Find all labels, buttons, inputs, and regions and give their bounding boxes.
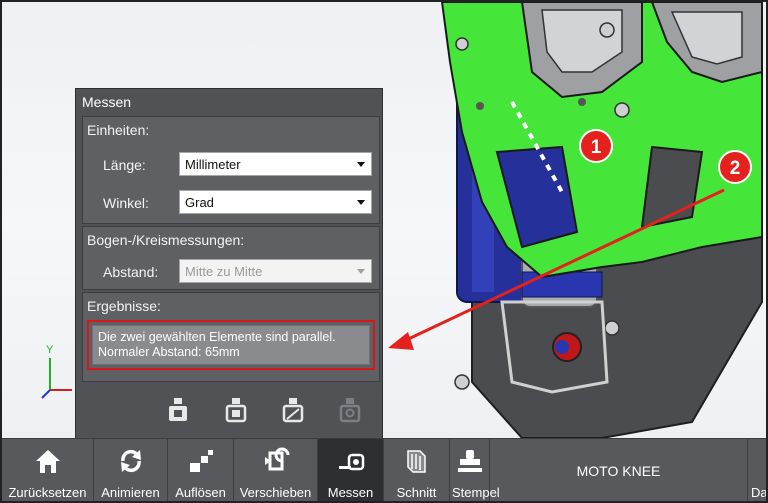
chevron-down-icon: [357, 162, 365, 167]
reset-label: Zurücksetzen: [8, 485, 87, 500]
measure-point-icon[interactable]: [166, 397, 190, 423]
section-label: Schnitt: [396, 485, 437, 500]
chevron-down-icon: [357, 200, 365, 205]
angle-select[interactable]: Grad: [179, 190, 372, 214]
chevron-down-icon: [357, 269, 365, 274]
length-select-value: Millimeter: [185, 157, 241, 172]
explode-icon: [189, 450, 213, 472]
angle-select-value: Grad: [185, 195, 214, 210]
units-section: Einheiten: Länge: Millimeter Winkel: Gra…: [82, 116, 380, 224]
arc-header: Bogen-/Kreismessungen:: [87, 232, 245, 248]
move-icon: [264, 447, 289, 471]
angle-label: Winkel:: [103, 195, 149, 211]
measure-tools: [76, 384, 382, 438]
stamp-icon: [457, 450, 482, 472]
results-section: Ergebnisse: Die zwei gewählten Elemente …: [82, 292, 380, 382]
arc-section: Bogen-/Kreismessungen: Abstand: Mitte zu…: [82, 226, 380, 290]
app-window: Y 1 2 Messen Einheiten: Länge: Millimete…: [0, 0, 768, 503]
measure-panel: Messen Einheiten: Länge: Millimeter Wink…: [75, 88, 383, 438]
measure-button[interactable]: Messen: [318, 439, 384, 501]
result-line-1: Die zwei gewählten Elemente sind paralle…: [98, 330, 336, 344]
callout-2: 2: [718, 150, 752, 184]
section-icon: [406, 450, 426, 473]
model-title: MOTO KNEE: [490, 439, 748, 501]
rotate-icon: [120, 449, 141, 473]
bottom-toolbar: Zurücksetzen Animieren Auflösen Verschie…: [2, 438, 766, 501]
y-axis-label: Y: [46, 344, 54, 356]
result-highlight: Die zwei gewählten Elemente sind paralle…: [87, 320, 375, 370]
distance-select[interactable]: Mitte zu Mitte: [179, 259, 372, 283]
animate-label: Animieren: [101, 485, 160, 500]
result-text-box: Die zwei gewählten Elemente sind paralle…: [92, 325, 370, 365]
length-label: Länge:: [103, 157, 146, 173]
measure-edge-icon[interactable]: [224, 397, 248, 423]
animate-button[interactable]: Animieren: [94, 439, 168, 501]
measure-face-icon[interactable]: [281, 397, 305, 423]
truncated-button-label[interactable]: Da: [751, 485, 766, 500]
explode-button[interactable]: Auflösen: [168, 439, 234, 501]
callout-1: 1: [579, 129, 613, 163]
move-button[interactable]: Verschieben: [234, 439, 318, 501]
home-icon: [35, 450, 60, 473]
measure-label: Messen: [327, 485, 374, 500]
distance-select-value: Mitte zu Mitte: [185, 264, 263, 279]
measure-icon: [338, 453, 364, 471]
explode-label: Auflösen: [175, 485, 226, 500]
measure-clear-icon[interactable]: [338, 397, 362, 423]
length-select[interactable]: Millimeter: [179, 152, 372, 176]
results-header: Ergebnisse:: [87, 298, 161, 314]
reset-button[interactable]: Zurücksetzen: [2, 439, 94, 501]
distance-label: Abstand:: [103, 264, 159, 280]
section-button[interactable]: Schnitt: [384, 439, 450, 501]
panel-title: Messen: [82, 94, 132, 110]
result-line-2: Normaler Abstand: 65mm: [98, 345, 240, 359]
units-header: Einheiten:: [87, 122, 150, 138]
move-label: Verschieben: [239, 485, 312, 500]
